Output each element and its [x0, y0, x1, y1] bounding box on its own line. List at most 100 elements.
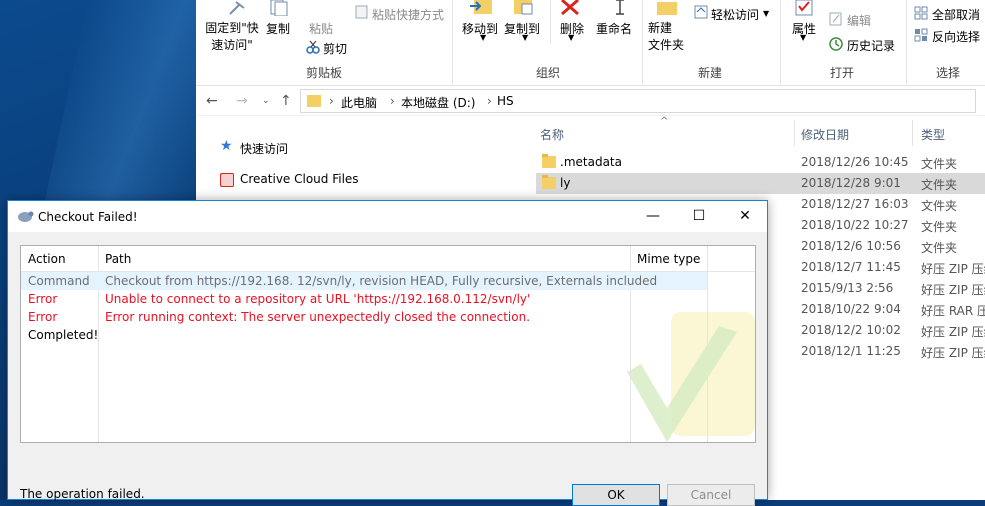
- file-type: 文件夹: [921, 157, 958, 171]
- file-date: 2018/12/28 9:01: [801, 176, 901, 190]
- breadcrumb-separator-icon: ›: [487, 94, 492, 108]
- edit-icon: [829, 12, 842, 26]
- select-group-label: 选择: [936, 66, 961, 80]
- file-date: 2015/9/13 2:56: [801, 281, 894, 295]
- file-row[interactable]: ly 2018/12/28 9:01 文件夹: [536, 173, 985, 194]
- maximize-icon[interactable]: ☐: [676, 201, 722, 232]
- row-action: Completed!: [28, 328, 99, 342]
- forward-arrow-icon[interactable]: →: [236, 93, 248, 109]
- file-type: 好压 ZIP 压缩: [921, 283, 985, 297]
- easy-access-dropdown-icon[interactable]: ▼: [763, 9, 769, 18]
- file-type: 文件夹: [921, 241, 958, 255]
- folder-icon: [542, 175, 556, 189]
- copy-to-icon: [514, 0, 533, 15]
- ribbon-separator: [780, 0, 781, 84]
- row-path: Error running context: The server unexpe…: [105, 310, 531, 324]
- column-header-mime[interactable]: Mime type: [637, 252, 700, 266]
- nav-quick-access[interactable]: 快速访问: [240, 140, 288, 157]
- edit-button[interactable]: 编辑: [847, 12, 871, 29]
- log-table: Action Path Mime type Command Checkout f…: [20, 245, 756, 443]
- column-header-action[interactable]: Action: [28, 252, 66, 266]
- table-row[interactable]: Command Checkout from https://192.168. 1…: [21, 272, 707, 290]
- nav-creative-cloud-files[interactable]: Creative Cloud Files: [240, 172, 359, 186]
- table-row[interactable]: Error Error running context: The server …: [21, 308, 707, 326]
- sort-ascending-icon: ^: [660, 116, 669, 127]
- paste-shortcut-button[interactable]: 粘贴快捷方式: [372, 6, 444, 23]
- open-group-label: 打开: [830, 66, 855, 80]
- table-header: Action Path Mime type: [21, 246, 755, 272]
- scissors-icon: [306, 40, 320, 54]
- table-row[interactable]: Error Unable to connect to a repository …: [21, 290, 707, 308]
- history-button[interactable]: 历史记录: [847, 37, 895, 54]
- ribbon-separator: [550, 0, 551, 44]
- rename-button[interactable]: 重命名: [596, 20, 632, 37]
- select-none-icon: [914, 6, 928, 20]
- breadcrumb-drive-d[interactable]: 本地磁盘 (D:): [401, 94, 475, 111]
- paste-button[interactable]: 粘贴: [309, 20, 333, 37]
- copy-button[interactable]: 复制: [266, 20, 290, 37]
- file-type: 好压 ZIP 压缩: [921, 346, 985, 360]
- column-header-type[interactable]: 类型: [921, 126, 945, 143]
- file-date: 2018/12/1 11:25: [801, 344, 901, 358]
- column-divider: [707, 246, 708, 442]
- organize-group-label: 组织: [536, 66, 561, 80]
- row-action: Command: [28, 274, 90, 288]
- column-divider: [794, 120, 795, 146]
- close-icon[interactable]: ✕: [722, 201, 768, 232]
- paste-shortcut-icon: [355, 5, 368, 19]
- breadcrumb-this-pc[interactable]: 此电脑: [341, 94, 377, 111]
- properties-dropdown-icon[interactable]: ▼: [800, 33, 806, 42]
- ok-button[interactable]: OK: [572, 484, 660, 506]
- move-to-icon: [470, 0, 492, 14]
- history-icon: [829, 37, 843, 51]
- table-row[interactable]: Completed!: [21, 326, 707, 344]
- address-bar-row: ← → ⌄ ↑ › 此电脑 › 本地磁盘 (D:) › HS: [196, 86, 985, 116]
- rename-icon: [616, 0, 624, 15]
- back-arrow-icon[interactable]: ←: [206, 93, 218, 109]
- copy-to-dropdown-icon[interactable]: ▼: [522, 33, 528, 42]
- file-row[interactable]: .metadata 2018/12/26 10:45 文件夹: [536, 152, 985, 173]
- file-type: 文件夹: [921, 199, 958, 213]
- file-date: 2018/12/7 11:45: [801, 260, 901, 274]
- breadcrumb-hs[interactable]: HS: [497, 94, 514, 108]
- delete-dropdown-icon[interactable]: ▼: [568, 33, 574, 42]
- properties-icon: [795, 0, 813, 16]
- cut-button[interactable]: 剪切: [323, 40, 347, 57]
- address-bar[interactable]: › 此电脑 › 本地磁盘 (D:) › HS: [300, 89, 976, 113]
- file-type: 好压 ZIP 压缩: [921, 262, 985, 276]
- invert-selection-button[interactable]: 反向选择: [932, 28, 980, 45]
- row-path: Checkout from https://192.168. 12/svn/ly…: [105, 274, 658, 288]
- star-icon: ★: [220, 138, 233, 154]
- file-date: 2018/12/2 10:02: [801, 323, 901, 337]
- delete-icon: [561, 0, 579, 16]
- new-folder-button[interactable]: 新建 文件夹: [648, 20, 684, 54]
- move-to-dropdown-icon[interactable]: ▼: [480, 33, 486, 42]
- copy-icon: [270, 0, 288, 16]
- easy-access-button[interactable]: 轻松访问: [711, 6, 759, 23]
- file-type: 文件夹: [921, 220, 958, 234]
- column-header-name[interactable]: 名称: [540, 126, 564, 143]
- file-date: 2018/12/26 10:45: [801, 155, 909, 169]
- file-date: 2018/10/22 10:27: [801, 218, 909, 232]
- file-type: 文件夹: [921, 178, 958, 192]
- ribbon-separator: [452, 0, 453, 84]
- minimize-icon[interactable]: —: [630, 201, 676, 232]
- row-action: Error: [28, 292, 58, 306]
- invert-selection-icon: [914, 28, 928, 42]
- select-none-button[interactable]: 全部取消: [932, 6, 980, 23]
- ribbon: 固定到"快 速访问" 复制 粘贴 粘贴快捷方式 剪切 剪贴板 移动到 ▼ 复制到…: [196, 0, 985, 86]
- up-arrow-icon[interactable]: ↑: [280, 93, 292, 109]
- file-date: 2018/12/6 10:56: [801, 239, 901, 253]
- dialog-titlebar[interactable]: Checkout Failed! — ☐ ✕: [8, 201, 767, 232]
- row-path: Unable to connect to a repository at URL…: [105, 292, 531, 306]
- breadcrumb-separator-icon: ›: [390, 94, 395, 108]
- folder-icon: [542, 154, 556, 168]
- recent-locations-chevron-icon[interactable]: ⌄: [262, 96, 270, 106]
- tortoise-svn-icon: [18, 211, 34, 222]
- pin-quick-access-button[interactable]: 固定到"快 速访问": [200, 20, 264, 54]
- ribbon-separator: [642, 0, 643, 84]
- column-header-modified[interactable]: 修改日期: [801, 126, 849, 143]
- cancel-button[interactable]: Cancel: [667, 484, 755, 506]
- column-header-path[interactable]: Path: [105, 252, 131, 266]
- creative-cloud-icon: [220, 173, 234, 187]
